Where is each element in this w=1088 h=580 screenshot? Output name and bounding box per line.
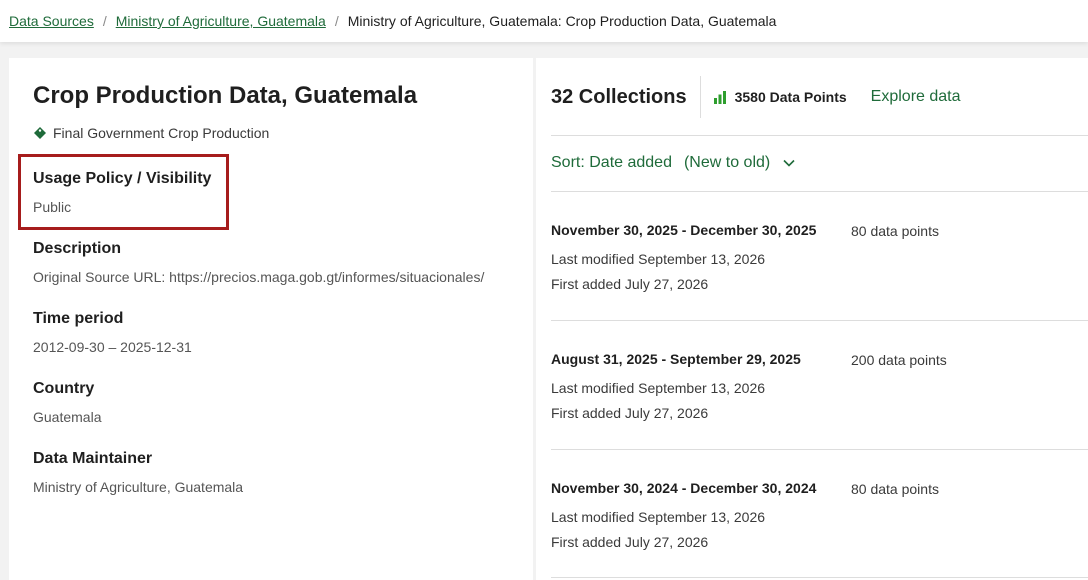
- breadcrumb-separator: /: [102, 13, 107, 29]
- description-field: Description Original Source URL: https:/…: [33, 240, 484, 285]
- usage-policy-value: Public: [33, 199, 72, 215]
- usage-policy-field: Usage Policy / Visibility Public: [33, 170, 211, 215]
- collection-item[interactable]: November 30, 2024 - December 30, 2024 80…: [551, 480, 1088, 550]
- breadcrumb-current: Ministry of Agriculture, Guatemala: Crop…: [347, 13, 777, 29]
- data-maintainer-value: Ministry of Agriculture, Guatemala: [33, 479, 244, 495]
- data-maintainer-label: Data Maintainer: [33, 450, 153, 467]
- breadcrumb-link-ministry[interactable]: Ministry of Agriculture, Guatemala: [116, 13, 326, 29]
- collection-points: 200 data points: [851, 352, 947, 368]
- country-value: Guatemala: [33, 409, 102, 425]
- time-period-value: 2012-09-30 – 2025-12-31: [33, 339, 192, 355]
- usage-policy-label: Usage Policy / Visibility: [33, 170, 212, 187]
- country-label: Country: [33, 380, 95, 397]
- collections-count: 32 Collections: [551, 85, 687, 108]
- collection-first-added: First added July 27, 2026: [551, 276, 709, 292]
- data-maintainer-field: Data Maintainer Ministry of Agriculture,…: [33, 450, 243, 495]
- divider: [551, 320, 1088, 321]
- divider: [551, 449, 1088, 450]
- collection-date-range[interactable]: November 30, 2024 - December 30, 2024: [551, 480, 816, 496]
- collection-last-modified: Last modified September 13, 2026: [551, 509, 766, 525]
- breadcrumb-link-data-sources[interactable]: Data Sources: [9, 13, 94, 29]
- divider: [551, 191, 1088, 192]
- header-divider: [699, 76, 701, 118]
- collection-item[interactable]: August 31, 2025 - September 29, 2025 200…: [551, 351, 1088, 421]
- page-title: Crop Production Data, Guatemala: [33, 82, 418, 109]
- explore-data-link[interactable]: Explore data: [871, 88, 961, 106]
- breadcrumb-separator: /: [334, 13, 339, 29]
- sort-dropdown[interactable]: Sort: Date added (New to old): [551, 154, 796, 172]
- dataset-details-panel: Crop Production Data, Guatemala Final Go…: [9, 58, 533, 580]
- collection-last-modified: Last modified September 13, 2026: [551, 380, 766, 396]
- divider: [551, 135, 1088, 136]
- collection-first-added: First added July 27, 2026: [551, 534, 709, 550]
- sort-label: Sort: Date added: [551, 154, 672, 171]
- collection-points: 80 data points: [851, 481, 939, 497]
- tag-icon: [34, 127, 46, 139]
- data-points-count: 3580 Data Points: [734, 89, 847, 105]
- collection-points: 80 data points: [851, 223, 939, 239]
- description-value: Original Source URL: https://precios.mag…: [33, 269, 485, 285]
- description-label: Description: [33, 240, 122, 257]
- dataset-tag: Final Government Crop Production: [33, 125, 269, 141]
- country-field: Country Guatemala: [33, 380, 101, 425]
- divider: [551, 577, 1088, 578]
- sort-order: (New to old): [683, 154, 771, 171]
- collection-date-range[interactable]: August 31, 2025 - September 29, 2025: [551, 351, 801, 367]
- collection-item[interactable]: November 30, 2025 - December 30, 2025 80…: [551, 222, 1088, 292]
- collection-last-modified: Last modified September 13, 2026: [551, 251, 766, 267]
- collection-first-added: First added July 27, 2026: [551, 405, 709, 421]
- dataset-tag-label: Final Government Crop Production: [53, 125, 270, 141]
- time-period-field: Time period 2012-09-30 – 2025-12-31: [33, 310, 192, 355]
- breadcrumb: Data Sources / Ministry of Agriculture, …: [0, 0, 1088, 42]
- bar-chart-icon: [713, 91, 726, 104]
- time-period-label: Time period: [33, 310, 124, 327]
- collections-header: 32 Collections 3580 Data Points Explore …: [551, 75, 1088, 119]
- chevron-down-icon: [783, 159, 795, 167]
- collection-date-range[interactable]: November 30, 2025 - December 30, 2025: [551, 222, 816, 238]
- collections-panel: 32 Collections 3580 Data Points Explore …: [536, 58, 1088, 580]
